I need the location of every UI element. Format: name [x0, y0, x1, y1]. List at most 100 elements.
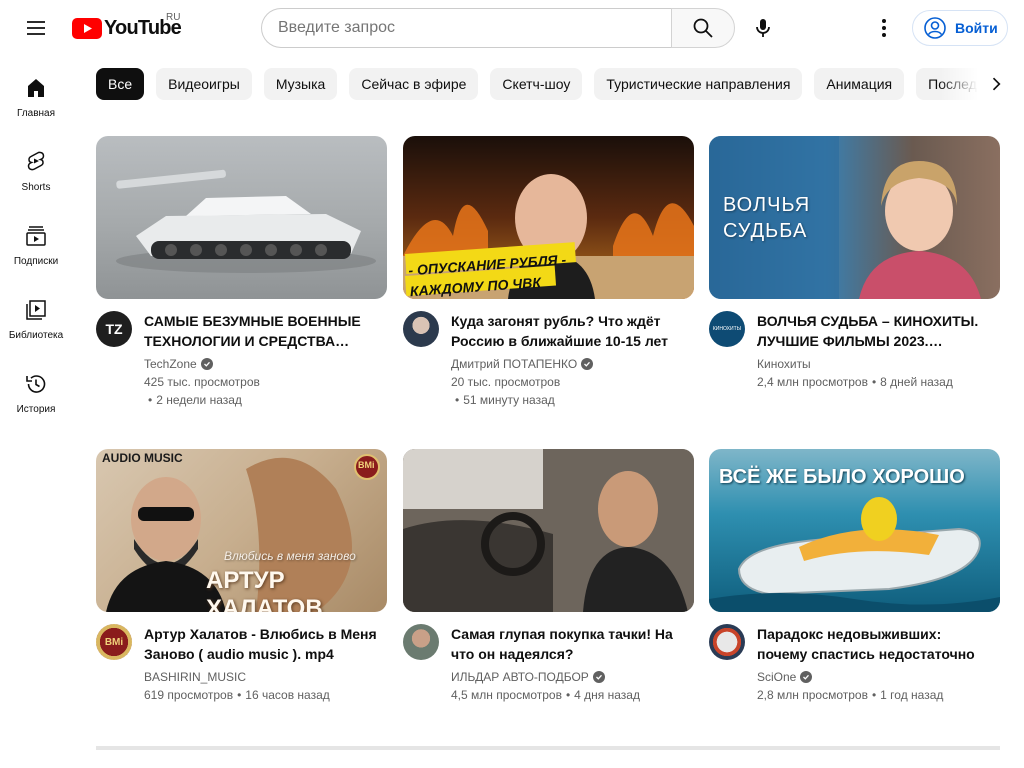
signin-button[interactable]: Войти	[912, 10, 1008, 46]
upload-time: 51 минуту назад	[463, 393, 555, 407]
verified-icon	[592, 671, 605, 683]
channel-name-text: TechZone	[144, 357, 197, 371]
top-header: YouTube RU Войти	[0, 0, 1024, 56]
channel-avatar[interactable]: BMi	[96, 624, 132, 660]
dot-separator: •	[871, 375, 877, 389]
dot-separator: •	[148, 393, 153, 407]
video-meta: Парадокс недовыживших: почему спастись н…	[709, 612, 1000, 732]
channel-avatar[interactable]	[709, 624, 745, 660]
video-thumbnail[interactable]: ВСЁ ЖЕ БЫЛО ХОРОШО	[709, 449, 1000, 612]
sidebar-item-library[interactable]: Библиотека	[0, 278, 72, 352]
channel-avatar[interactable]: TZ	[96, 311, 132, 347]
thumbnail-script: Влюбись в меня заново	[224, 549, 356, 563]
video-meta: BMi Артур Халатов - Влюбись в Меня Занов…	[96, 612, 387, 732]
video-card[interactable]: ВОЛЧЬЯ СУДЬБА КИНОХИТЫ ВОЛЧЬЯ СУДЬБА – К…	[709, 136, 1000, 419]
view-count: 2,8 млн просмотров	[757, 688, 868, 702]
video-thumbnail[interactable]: - ОПУСКАНИЕ РУБЛЯ - КАЖДОМУ ПО ЧВК	[403, 136, 694, 299]
history-icon	[26, 375, 46, 393]
channel-avatar[interactable]	[403, 624, 439, 660]
thumbnail-caption: ВСЁ ЖЕ БЫЛО ХОРОШО	[719, 466, 965, 488]
video-stats: 425 тыс. просмотров • 2 недели назад	[144, 373, 384, 409]
chip-sketch[interactable]: Скетч-шоу	[490, 68, 583, 100]
youtube-play-icon	[72, 17, 102, 39]
video-card[interactable]: Самая глупая покупка тачки! На что он на…	[403, 449, 694, 732]
video-card[interactable]: AUDIO MUSIC BMi Влюбись в меня заново АР…	[96, 449, 387, 732]
search-box[interactable]	[261, 8, 672, 48]
library-icon	[26, 300, 46, 320]
voice-search-button[interactable]	[743, 8, 783, 48]
video-title[interactable]: САМЫЕ БЕЗУМНЫЕ ВОЕННЫЕ ТЕХНОЛОГИИ И СРЕД…	[144, 311, 380, 351]
search-input[interactable]	[278, 19, 672, 37]
youtube-logo[interactable]: YouTube	[72, 16, 182, 40]
channel-name-text: Дмитрий ПОТАПЕНКО	[451, 357, 578, 371]
account-icon	[924, 17, 946, 39]
video-meta: Самая глупая покупка тачки! На что он на…	[403, 612, 694, 732]
channel-name[interactable]: SciOne	[757, 668, 813, 686]
dot-separator: •	[237, 688, 242, 702]
sidebar-item-label: Главная	[16, 108, 56, 119]
view-count: 20 тыс. просмотров	[451, 375, 561, 389]
video-title[interactable]: Артур Халатов - Влюбись в Меня Заново ( …	[144, 624, 380, 664]
upload-time: 16 часов назад	[245, 688, 330, 702]
chip-music[interactable]: Музыка	[263, 68, 338, 100]
video-card[interactable]: TZ САМЫЕ БЕЗУМНЫЕ ВОЕННЫЕ ТЕХНОЛОГИИ И С…	[96, 136, 387, 419]
sidebar-item-label: Shorts	[21, 182, 51, 193]
chip-live[interactable]: Сейчас в эфире	[349, 68, 479, 100]
upload-time-row: • 51 минуту назад	[451, 391, 691, 409]
sidebar-item-label: История	[16, 404, 56, 415]
video-stats: 2,4 млн просмотров • 8 дней назад	[757, 373, 997, 391]
chip-travel[interactable]: Туристические направления	[594, 68, 803, 100]
channel-avatar[interactable]: КИНОХИТЫ	[709, 311, 745, 347]
tank-image	[116, 169, 376, 273]
sidebar-item-history[interactable]: История	[0, 352, 72, 426]
video-thumbnail[interactable]: ВОЛЧЬЯ СУДЬБА	[709, 136, 1000, 299]
video-stats: 2,8 млн просмотров • 1 год назад	[757, 686, 997, 704]
channel-name[interactable]: TechZone	[144, 355, 213, 373]
upload-time: 4 дня назад	[574, 688, 640, 702]
chip-animation[interactable]: Анимация	[814, 68, 905, 100]
video-card[interactable]: - ОПУСКАНИЕ РУБЛЯ - КАЖДОМУ ПО ЧВК Куда …	[403, 136, 694, 419]
sidebar-item-subscriptions[interactable]: Подписки	[0, 204, 72, 278]
channel-name[interactable]: Кинохиты	[757, 355, 811, 373]
region-label: RU	[166, 12, 181, 23]
sidebar-item-label: Библиотека	[8, 330, 64, 341]
video-thumbnail[interactable]	[403, 449, 694, 612]
video-title[interactable]: Парадокс недовыживших: почему спастись н…	[757, 624, 993, 664]
sidebar-item-shorts[interactable]: Shorts	[0, 130, 72, 204]
channel-name[interactable]: ИЛЬДАР АВТО-ПОДБОР	[451, 668, 605, 686]
view-count: 2,4 млн просмотров	[757, 375, 868, 389]
search-button[interactable]	[671, 8, 735, 48]
video-card[interactable]: ВСЁ ЖЕ БЫЛО ХОРОШО Парадокс недовыживших…	[709, 449, 1000, 732]
chevron-right-icon	[992, 77, 1001, 91]
chip-videogames[interactable]: Видеоигры	[156, 68, 252, 100]
verified-icon	[800, 671, 813, 683]
view-count: 425 тыс. просмотров	[144, 375, 260, 389]
chip-all[interactable]: Все	[96, 68, 145, 100]
channel-name[interactable]: BASHIRIN_MUSIC	[144, 668, 246, 686]
signin-label: Войти	[955, 20, 998, 36]
channel-name[interactable]: Дмитрий ПОТАПЕНКО	[451, 355, 594, 373]
menu-button[interactable]	[16, 8, 56, 48]
view-count: 619 просмотров	[144, 688, 234, 702]
avatar-text: TZ	[105, 321, 123, 337]
video-title[interactable]: ВОЛЧЬЯ СУДЬБА – КИНОХИТЫ. ЛУЧШИЕ ФИЛЬМЫ …	[757, 311, 993, 351]
dot-separator: •	[455, 393, 460, 407]
video-thumbnail[interactable]	[96, 136, 387, 299]
verified-icon	[200, 358, 213, 370]
dot-separator: •	[871, 688, 877, 702]
video-title[interactable]: Самая глупая покупка тачки! На что он на…	[451, 624, 687, 664]
video-title[interactable]: Куда загонят рубль? Что ждёт Россию в бл…	[451, 311, 687, 351]
chips-next-button[interactable]	[980, 68, 1012, 100]
video-stats: 20 тыс. просмотров • 51 минуту назад	[451, 373, 691, 409]
microphone-icon	[756, 19, 770, 37]
settings-more-button[interactable]	[864, 8, 904, 48]
video-thumbnail[interactable]: AUDIO MUSIC BMi Влюбись в меня заново АР…	[96, 449, 387, 612]
upload-time-row: • 2 недели назад	[144, 391, 384, 409]
channel-avatar[interactable]	[403, 311, 439, 347]
video-meta: Куда загонят рубль? Что ждёт Россию в бл…	[403, 299, 694, 419]
home-icon	[28, 79, 44, 97]
avatar-text: КИНОХИТЫ	[712, 326, 742, 332]
sidebar-item-home[interactable]: Главная	[0, 56, 72, 130]
thumbnail-tag: AUDIO MUSIC	[102, 451, 183, 465]
channel-name-text: SciOne	[757, 670, 797, 684]
